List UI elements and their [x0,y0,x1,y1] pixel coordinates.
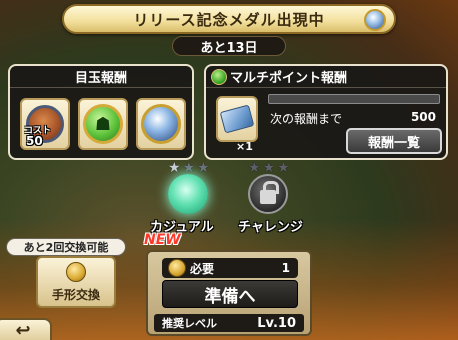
featured-rewards-title: 目玉報酬 [10,66,192,88]
star-icon: ★ [277,160,290,176]
prepare-card: 必要 1 準備へ 推奨レベル Lv.10 [146,250,312,336]
recommended-level-label: 推奨レベル [162,317,217,330]
required-value: 1 [281,261,290,275]
star-icon: ★ [248,160,261,176]
multi-point-rewards-panel: マルチポイント報酬 ×1 次の報酬まで 500 報酬一覧 [204,64,448,160]
cost-value: 50 [26,134,43,148]
recommended-level-row: 推奨レベル Lv.10 [154,314,304,332]
ticket-count: ×1 [236,140,253,153]
new-badge: NEW [144,232,181,248]
prepare-button[interactable]: 準備へ [162,280,298,308]
exchange-label: 手形交換 [51,288,100,302]
next-reward-value: 500 [410,110,436,124]
lock-icon [260,181,279,204]
token-coin-icon [168,259,186,277]
next-reward-label: 次の報酬まで [270,112,343,126]
event-banner: リリース記念メダル出現中 [62,4,396,34]
featured-item-blue-medal[interactable] [136,98,186,150]
blue-medal-icon [141,104,181,144]
ticket-icon [219,104,255,134]
multi-player-coin-icon: ☗ [83,104,123,144]
medal-icon [364,9,386,31]
required-row: 必要 1 [162,258,298,278]
ticket-reward[interactable] [216,96,258,142]
back-button[interactable]: ↩ [0,318,52,340]
required-label: 必要 [190,261,215,276]
back-arrow-icon: ↩ [15,319,31,340]
event-title: リリース記念メダル出現中 [133,10,325,29]
star-icon: ★ [197,160,210,176]
casual-difficulty-icon[interactable] [168,174,208,214]
remaining-days: あと13日 [172,36,286,56]
featured-item-bear-coin[interactable]: コスト 50 [20,98,70,150]
featured-rewards-panel: 目玉報酬 コスト 50 ☗ [8,64,194,160]
points-progress-bar [268,94,440,104]
challenge-difficulty-icon[interactable] [248,174,288,214]
challenge-label: チャレンジ [238,220,303,235]
featured-item-multi-coin[interactable]: ☗ [78,98,128,150]
exchange-button[interactable]: 手形交換 [36,256,116,308]
multi-point-title: マルチポイント報酬 [206,66,446,88]
reward-list-button[interactable]: 報酬一覧 [346,128,442,154]
exchange-remaining: あと2回交換可能 [6,238,126,256]
star-icon: ★ [168,160,181,176]
recommended-level-value: Lv.10 [257,315,296,331]
token-coin-icon [66,262,86,282]
